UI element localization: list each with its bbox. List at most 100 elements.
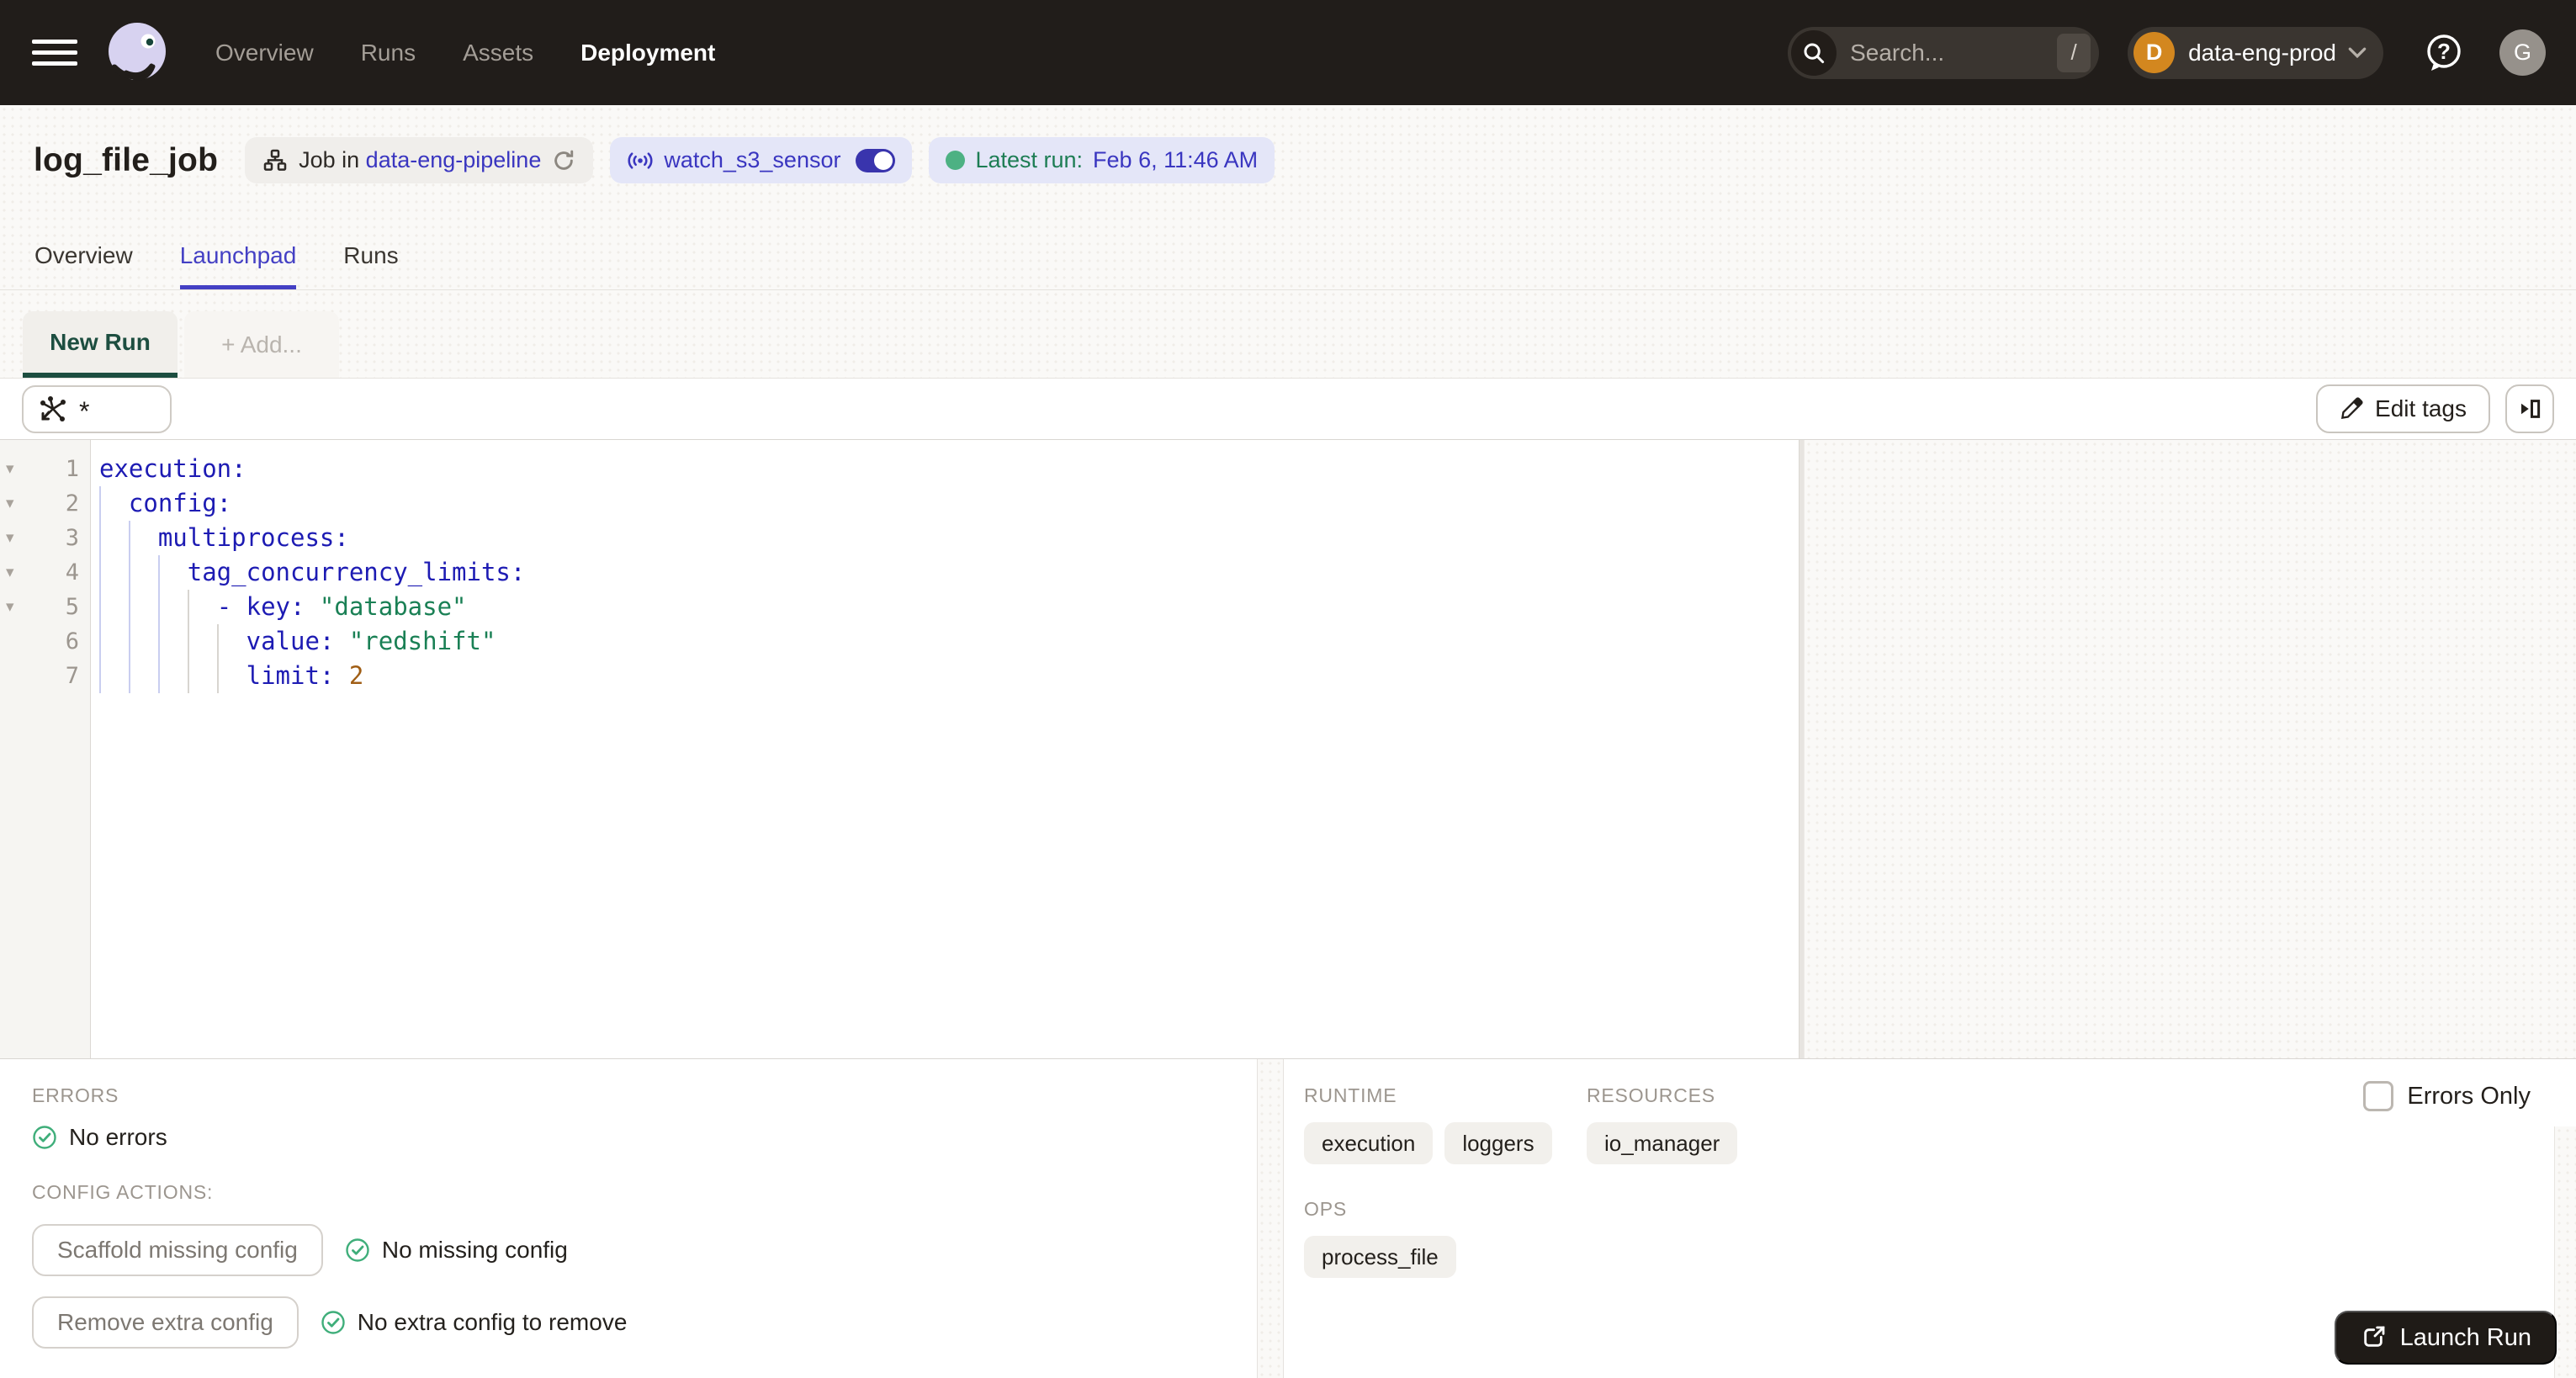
fold-arrow-icon[interactable]: ▾: [0, 563, 25, 582]
page-title: log_file_job: [34, 141, 219, 178]
line-number: 6: [65, 628, 79, 655]
runtime-chip[interactable]: loggers: [1444, 1122, 1552, 1164]
scaffold-missing-config-button[interactable]: Scaffold missing config: [32, 1224, 323, 1276]
op-selector-input[interactable]: *: [22, 384, 172, 433]
remove-status-label: No extra config to remove: [357, 1309, 628, 1335]
config-tab-new-run[interactable]: New Run: [23, 311, 178, 378]
config-tab-add[interactable]: + Add...: [184, 311, 339, 378]
runtime-heading: RUNTIME: [1304, 1084, 1397, 1106]
nav-deployment[interactable]: Deployment: [580, 40, 715, 66]
scaffold-status-label: No missing config: [381, 1237, 568, 1263]
launchpad-config-tabs: New Run + Add...: [0, 290, 2576, 379]
remove-action-row: Remove extra config No extra config to r…: [32, 1296, 1257, 1349]
job-tabs: Overview Launchpad Runs: [34, 242, 399, 289]
menu-icon[interactable]: [32, 40, 77, 66]
sensor-icon: [627, 148, 654, 173]
no-errors-status: No errors: [32, 1124, 1257, 1151]
line-number: 5: [65, 594, 79, 620]
fold-arrow-icon[interactable]: ▾: [0, 494, 25, 513]
sensor-link[interactable]: watch_s3_sensor: [664, 147, 840, 173]
edit-tags-button[interactable]: Edit tags: [2316, 384, 2490, 433]
dagster-logo[interactable]: [104, 20, 170, 86]
tab-runs[interactable]: Runs: [343, 242, 398, 289]
remove-extra-config-button[interactable]: Remove extra config: [32, 1296, 299, 1349]
line-number: 4: [65, 559, 79, 586]
edit-tags-label: Edit tags: [2375, 395, 2467, 421]
run-status-dot: [946, 151, 966, 170]
launch-run-button[interactable]: Launch Run: [2334, 1311, 2557, 1365]
top-nav: Overview Runs Assets Deployment Search..…: [0, 0, 2576, 105]
resources-heading: RESOURCES: [1587, 1084, 1715, 1106]
ops-chip[interactable]: process_file: [1304, 1236, 1456, 1278]
fold-arrow-icon[interactable]: ▾: [0, 528, 25, 548]
scaffold-status: No missing config: [345, 1237, 568, 1264]
fold-arrow-icon[interactable]: ▾: [0, 597, 25, 617]
op-selector-icon: [37, 394, 67, 424]
help-icon[interactable]: ?: [2422, 31, 2466, 75]
scaffold-action-row: Scaffold missing config No missing confi…: [32, 1224, 1257, 1276]
code-line[interactable]: config:: [99, 486, 1799, 521]
editor-code-area[interactable]: execution: config: multiprocess: tag_con…: [91, 440, 1799, 1058]
workspace-name: data-eng-prod: [2188, 39, 2336, 66]
tab-overview[interactable]: Overview: [34, 242, 133, 289]
fold-arrow-icon[interactable]: ▾: [0, 459, 25, 479]
errors-only-checkbox[interactable]: [2363, 1081, 2394, 1111]
panel-open-icon: [2517, 396, 2542, 421]
nav-runs[interactable]: Runs: [361, 40, 416, 66]
resources-chip[interactable]: io_manager: [1587, 1122, 1738, 1164]
op-selector-value: *: [79, 396, 90, 427]
workspace-switcher[interactable]: D data-eng-prod: [2128, 26, 2383, 79]
ops-heading: OPS: [1304, 1198, 1347, 1220]
remove-status: No extra config to remove: [321, 1309, 628, 1336]
code-line[interactable]: execution:: [99, 452, 1799, 486]
open-panel-button[interactable]: [2505, 384, 2554, 433]
page-header: log_file_job Job in data-eng-pipeline wa…: [0, 105, 2576, 290]
user-avatar[interactable]: G: [2499, 29, 2546, 76]
ops-section: OPS process_file: [1304, 1198, 2576, 1278]
line-number: 2: [65, 490, 79, 517]
gutter-row: ▾ 5: [0, 590, 90, 624]
code-line[interactable]: tag_concurrency_limits:: [99, 555, 1799, 590]
gutter-row: 7: [0, 659, 90, 693]
no-errors-label: No errors: [69, 1124, 167, 1150]
runtime-section: RUNTIME execution loggers: [1304, 1084, 1587, 1164]
refresh-icon[interactable]: [551, 148, 576, 173]
search-input[interactable]: Search... /: [1788, 26, 2100, 79]
job-chip-prefix: Job in: [299, 147, 360, 172]
code-line[interactable]: multiprocess:: [99, 521, 1799, 555]
bottom-panel: ERRORS No errors CONFIG ACTIONS: Scaffol…: [0, 1058, 2576, 1378]
line-number: 1: [65, 456, 79, 482]
code-line[interactable]: value: "redshift": [99, 624, 1799, 659]
nav-overview[interactable]: Overview: [215, 40, 314, 66]
check-circle-icon: [345, 1238, 370, 1263]
line-number: 3: [65, 525, 79, 551]
config-actions-heading: CONFIG ACTIONS:: [32, 1181, 214, 1203]
tab-launchpad[interactable]: Launchpad: [179, 242, 296, 289]
gutter-row: 6: [0, 624, 90, 659]
bottom-split-handle[interactable]: [1257, 1059, 1284, 1378]
code-line[interactable]: limit: 2: [99, 659, 1799, 693]
errors-panel: ERRORS No errors CONFIG ACTIONS: Scaffol…: [0, 1059, 1257, 1378]
run-preview-panel: RUNTIME execution loggers RESOURCES io_ma…: [1284, 1059, 2576, 1378]
code-line[interactable]: - key: "database": [99, 590, 1799, 624]
job-icon: [262, 147, 289, 174]
config-schema-panel: [1804, 440, 2576, 1058]
nav-assets[interactable]: Assets: [463, 40, 533, 66]
editor-gutter: ▾ 1 ▾ 2 ▾ 3 ▾ 4 ▾ 5 6 7: [0, 440, 91, 1058]
sensor-toggle[interactable]: [856, 148, 896, 172]
resources-section: RESOURCES io_manager: [1587, 1084, 1738, 1164]
check-circle-icon: [321, 1310, 346, 1335]
pencil-icon: [2340, 397, 2363, 421]
launch-icon: [2360, 1324, 2387, 1351]
primary-nav: Overview Runs Assets Deployment: [215, 40, 715, 66]
gutter-row: ▾ 4: [0, 555, 90, 590]
errors-heading: ERRORS: [32, 1084, 119, 1106]
repo-link[interactable]: data-eng-pipeline: [366, 147, 542, 172]
launch-run-label: Launch Run: [2399, 1323, 2531, 1351]
config-editor: ▾ 1 ▾ 2 ▾ 3 ▾ 4 ▾ 5 6 7 execution: config: multipro…: [0, 440, 2576, 1058]
svg-text:?: ?: [2437, 39, 2451, 64]
latest-run-link[interactable]: Feb 6, 11:46 AM: [1093, 147, 1258, 173]
topbar-right: Search... / D data-eng-prod ? G: [1788, 26, 2546, 79]
job-location-chip: Job in data-eng-pipeline: [245, 137, 594, 183]
runtime-chip[interactable]: execution: [1304, 1122, 1434, 1164]
